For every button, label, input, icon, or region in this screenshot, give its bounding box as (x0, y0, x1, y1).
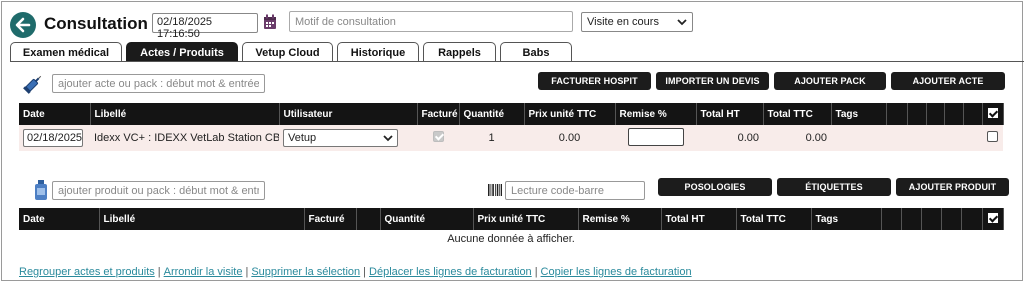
add-acte-input[interactable] (52, 74, 265, 93)
col-libelle[interactable]: Libellé (90, 103, 280, 125)
col-extra-5 (963, 103, 983, 125)
copier-link[interactable]: Copier les lignes de facturation (541, 266, 692, 278)
regrouper-link[interactable]: Regrouper actes et produits (19, 266, 155, 278)
row-remise-input[interactable] (627, 127, 684, 146)
col-remise[interactable]: Remise % (578, 208, 662, 230)
tab-rappels[interactable]: Rappels (423, 42, 496, 62)
col-extra-2 (907, 103, 927, 125)
row-utilisateur-select[interactable]: Vetup (283, 129, 398, 147)
col-facture[interactable]: Facturé (304, 208, 357, 230)
tab-vetup-cloud[interactable]: Vetup Cloud (242, 42, 333, 62)
separator: | (534, 266, 538, 278)
empty-message: Aucune donnée à afficher. (447, 233, 575, 245)
row-select-checkbox[interactable] (987, 131, 998, 142)
barcode-input[interactable] (505, 181, 645, 200)
tab-bar: Examen médical Actes / Produits Vetup Cl… (10, 42, 576, 62)
back-arrow-icon (15, 17, 31, 33)
col-extra-2 (901, 208, 922, 230)
row-total-ht: 0.00 (737, 132, 759, 144)
row-facture-checkbox (432, 131, 444, 142)
footer-links: Regrouper actes et produits | Arrondir la … (19, 266, 692, 278)
row-total-ttc: 0.00 (805, 132, 827, 144)
check-icon (987, 107, 998, 118)
chevron-down-icon (677, 19, 687, 26)
col-total-ttc[interactable]: Total TTC (763, 103, 832, 125)
arrondir-link[interactable]: Arrondir la visite (164, 266, 243, 278)
row-date-field[interactable]: 02/18/2025 (23, 129, 83, 147)
actes-header-row: Date Libellé Utilisateur Facturé Quantit… (19, 103, 1004, 125)
page-title: Consultation (44, 14, 148, 33)
col-prix-unite[interactable]: Prix unité TTC (524, 103, 616, 125)
col-quantite[interactable]: Quantité (380, 208, 474, 230)
back-button[interactable] (10, 12, 36, 38)
select-all-checkbox[interactable] (982, 208, 1004, 230)
row-libelle: Idexx VC+ : IDEXX VetLab Station CBC, C (94, 132, 279, 144)
col-date[interactable]: Date (19, 103, 91, 125)
calendar-icon[interactable] (263, 14, 277, 30)
col-libelle[interactable]: Libellé (99, 208, 305, 230)
col-extra-1 (886, 103, 908, 125)
row-tags (831, 125, 886, 151)
col-extra-3 (926, 103, 945, 125)
ajouter-acte-button[interactable]: AJOUTER ACTE (891, 72, 1005, 90)
col-extra-3 (921, 208, 942, 230)
row-utilisateur-value: Vetup (288, 132, 317, 144)
chevron-down-icon (383, 135, 393, 142)
datetime-field[interactable]: 02/18/2025 17:16:50 (152, 13, 258, 40)
barcode-icon (488, 184, 502, 196)
supprimer-link[interactable]: Supprimer la sélection (251, 266, 360, 278)
motif-input[interactable] (289, 11, 573, 32)
select-all-checkbox[interactable] (982, 103, 1004, 125)
check-icon (987, 212, 998, 223)
col-total-ht[interactable]: Total HT (696, 103, 764, 125)
col-spacer (356, 208, 381, 230)
separator: | (157, 266, 161, 278)
tab-actes-produits[interactable]: Actes / Produits (126, 42, 238, 62)
separator: | (363, 266, 367, 278)
produits-header-row: Date Libellé Facturé Quantité Prix unité… (19, 208, 1004, 230)
row-prix-unite: 0.00 (558, 132, 581, 144)
app-frame: Consultation 02/18/2025 17:16:50 Visite … (1, 1, 1024, 281)
tab-examen-medical[interactable]: Examen médical (10, 42, 122, 62)
ajouter-pack-button[interactable]: AJOUTER PACK (774, 72, 886, 90)
importer-devis-button[interactable]: IMPORTER UN DEVIS (656, 72, 769, 90)
facturer-hospit-button[interactable]: FACTURER HOSPIT (538, 72, 651, 90)
actes-table: Date Libellé Utilisateur Facturé Quantit… (19, 103, 1004, 151)
tab-divider (10, 61, 1024, 62)
col-quantite[interactable]: Quantité (459, 103, 525, 125)
col-total-ht[interactable]: Total HT (661, 208, 737, 230)
tab-babs[interactable]: Babs (500, 42, 572, 62)
etiquettes-button[interactable]: ÉTIQUETTES (777, 178, 891, 196)
ajouter-produit-button[interactable]: AJOUTER PRODUIT (896, 178, 1009, 196)
col-remise[interactable]: Remise % (615, 103, 697, 125)
syringe-icon (23, 75, 42, 94)
tab-historique[interactable]: Historique (337, 42, 419, 62)
col-prix-unite[interactable]: Prix unité TTC (473, 208, 579, 230)
table-row[interactable]: 02/18/2025 Idexx VC+ : IDEXX VetLab Stat… (19, 125, 1003, 151)
col-extra-5 (961, 208, 983, 230)
col-extra-4 (944, 103, 964, 125)
col-tags[interactable]: Tags (811, 208, 882, 230)
col-utilisateur[interactable]: Utilisateur (279, 103, 418, 125)
row-quantite: 1 (488, 132, 495, 144)
col-date[interactable]: Date (19, 208, 100, 230)
deplacer-link[interactable]: Déplacer les lignes de facturation (369, 266, 532, 278)
visite-status-select[interactable]: Visite en cours (581, 12, 693, 32)
separator: | (245, 266, 249, 278)
posologies-button[interactable]: POSOLOGIES (658, 178, 772, 196)
col-total-ttc[interactable]: Total TTC (736, 208, 812, 230)
col-extra-1 (881, 208, 902, 230)
empty-row: Aucune donnée à afficher. (19, 230, 1003, 248)
produits-table: Date Libellé Facturé Quantité Prix unité… (19, 208, 1004, 248)
col-facture[interactable]: Facturé (417, 103, 460, 125)
col-tags[interactable]: Tags (831, 103, 887, 125)
visite-status-value: Visite en cours (587, 16, 659, 28)
col-extra-4 (941, 208, 962, 230)
bottle-icon (35, 180, 47, 200)
add-produit-input[interactable] (52, 181, 265, 200)
